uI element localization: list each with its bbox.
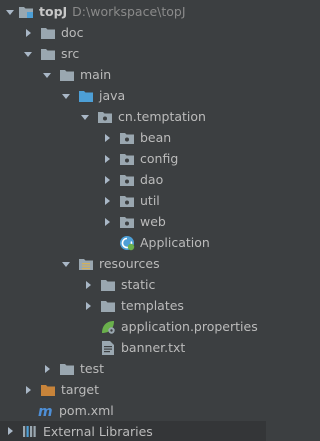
tree-row-doc[interactable]: doc [0,22,266,43]
tree-item-label: resources [99,256,160,271]
tree-row-java[interactable]: java [0,85,266,106]
tree-row-main[interactable]: main [0,64,266,85]
tree-row-external-libraries[interactable]: External Libraries [0,421,266,441]
tree-item-label: banner.txt [121,340,186,355]
project-path: D:\workspace\topJ [72,4,186,19]
tree-row-config[interactable]: config [0,148,266,169]
chevron-right-icon[interactable] [82,279,94,291]
tree-item-label: test [80,361,105,376]
tree-row-cn-temptation[interactable]: cn.temptation [0,106,266,127]
folder-icon [59,361,75,377]
tree-row-templates[interactable]: templates [0,295,266,316]
maven-icon: m [38,403,54,419]
tree-item-label: doc [61,25,84,40]
tree-item-label: util [140,193,160,208]
chevron-right-icon[interactable] [101,153,113,165]
tree-item-label: web [140,214,166,229]
tree-row-static[interactable]: static [0,274,266,295]
folder-icon [100,298,116,314]
folder-icon [40,46,56,62]
package-icon [119,151,135,167]
tree-row-src[interactable]: src [0,43,266,64]
chevron-right-icon[interactable] [101,132,113,144]
folder-icon [100,277,116,293]
tree-item-label: src [61,46,80,61]
excluded-folder-icon [40,382,56,398]
source-folder-icon [78,88,94,104]
tree-row-application[interactable]: Application [0,232,266,253]
spring-boot-class-icon [119,235,135,251]
libraries-icon [22,423,38,439]
tree-row-resources[interactable]: resources [0,253,266,274]
package-icon [119,214,135,230]
tree-item-label: templates [121,298,184,313]
chevron-right-icon[interactable] [22,384,34,396]
spring-properties-icon [100,319,116,335]
tree-item-label: Application [140,235,210,250]
tree-row-util[interactable]: util [0,190,266,211]
tree-row-dao[interactable]: dao [0,169,266,190]
tree-item-label: cn.temptation [118,109,206,124]
tree-item-label: java [99,88,126,103]
tree-item-label: config [140,151,179,166]
tree-row-pom-xml[interactable]: m pom.xml [0,400,266,421]
chevron-down-icon[interactable] [4,6,16,18]
tree-row-target[interactable]: target [0,379,266,400]
folder-icon [40,25,56,41]
chevron-right-icon[interactable] [4,425,16,437]
chevron-right-icon[interactable] [22,27,34,39]
package-icon [97,109,113,125]
chevron-right-icon[interactable] [101,216,113,228]
chevron-right-icon[interactable] [82,300,94,312]
tree-row-test[interactable]: test [0,358,266,379]
chevron-right-icon[interactable] [101,174,113,186]
text-file-icon [100,340,116,356]
chevron-down-icon[interactable] [22,48,34,60]
tree-item-label: main [80,67,112,82]
package-icon [119,193,135,209]
tree-item-label: pom.xml [59,403,114,418]
tree-row-banner-txt[interactable]: banner.txt [0,337,266,358]
tree-item-label: bean [140,130,172,145]
tree-item-label: dao [140,172,164,187]
tree-item-label: application.properties [121,319,258,334]
svg-text:m: m [38,404,53,418]
project-folder-icon [18,4,34,20]
package-icon [119,130,135,146]
tree-item-label: target [61,382,100,397]
resources-folder-icon [78,256,94,272]
tree-row-bean[interactable]: bean [0,127,266,148]
chevron-down-icon[interactable] [60,90,72,102]
chevron-right-icon[interactable] [101,195,113,207]
folder-icon [59,67,75,83]
tree-row-web[interactable]: web [0,211,266,232]
package-icon [119,172,135,188]
chevron-down-icon[interactable] [79,111,91,123]
chevron-down-icon[interactable] [41,69,53,81]
tree-row-application-properties[interactable]: application.properties [0,316,266,337]
tree-item-label: static [121,277,156,292]
project-name: topJ [39,4,68,19]
chevron-down-icon[interactable] [60,258,72,270]
tree-row-project-root[interactable]: topJ D:\workspace\topJ [0,1,266,22]
tree-item-label: External Libraries [43,423,153,439]
chevron-right-icon[interactable] [41,363,53,375]
project-tree: topJ D:\workspace\topJ doc src main java… [0,0,266,441]
